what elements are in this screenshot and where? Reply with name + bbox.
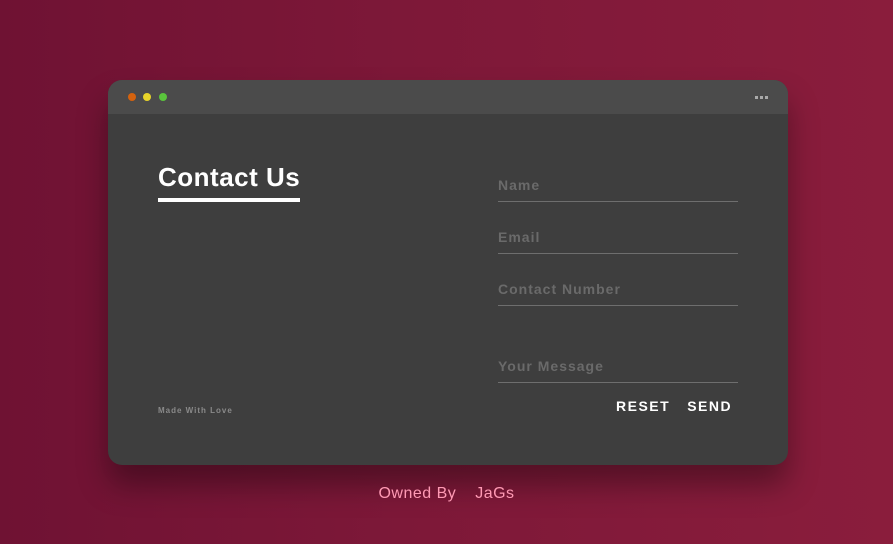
footer-owner: JaGs [475,485,515,502]
email-field [498,217,738,254]
message-input[interactable] [498,358,738,374]
contact-window: Contact Us Made With Love RESET SEND [108,80,788,465]
footer-label: Owned By [378,485,457,502]
footer: Owned By JaGs [0,485,893,503]
made-with-love-text: Made With Love [158,406,233,415]
email-input[interactable] [498,229,738,245]
contact-number-input[interactable] [498,281,738,297]
message-field [498,346,738,383]
minimize-dot-icon[interactable] [143,93,151,101]
window-titlebar [108,80,788,114]
name-field [498,165,738,202]
send-button[interactable]: SEND [687,398,732,414]
page-title: Contact Us [158,164,301,202]
contact-number-field [498,269,738,306]
form-buttons: RESET SEND [616,398,732,414]
maximize-dot-icon[interactable] [159,93,167,101]
close-dot-icon[interactable] [128,93,136,101]
reset-button[interactable]: RESET [616,398,670,414]
name-input[interactable] [498,177,738,193]
more-dots-icon[interactable] [755,96,768,99]
